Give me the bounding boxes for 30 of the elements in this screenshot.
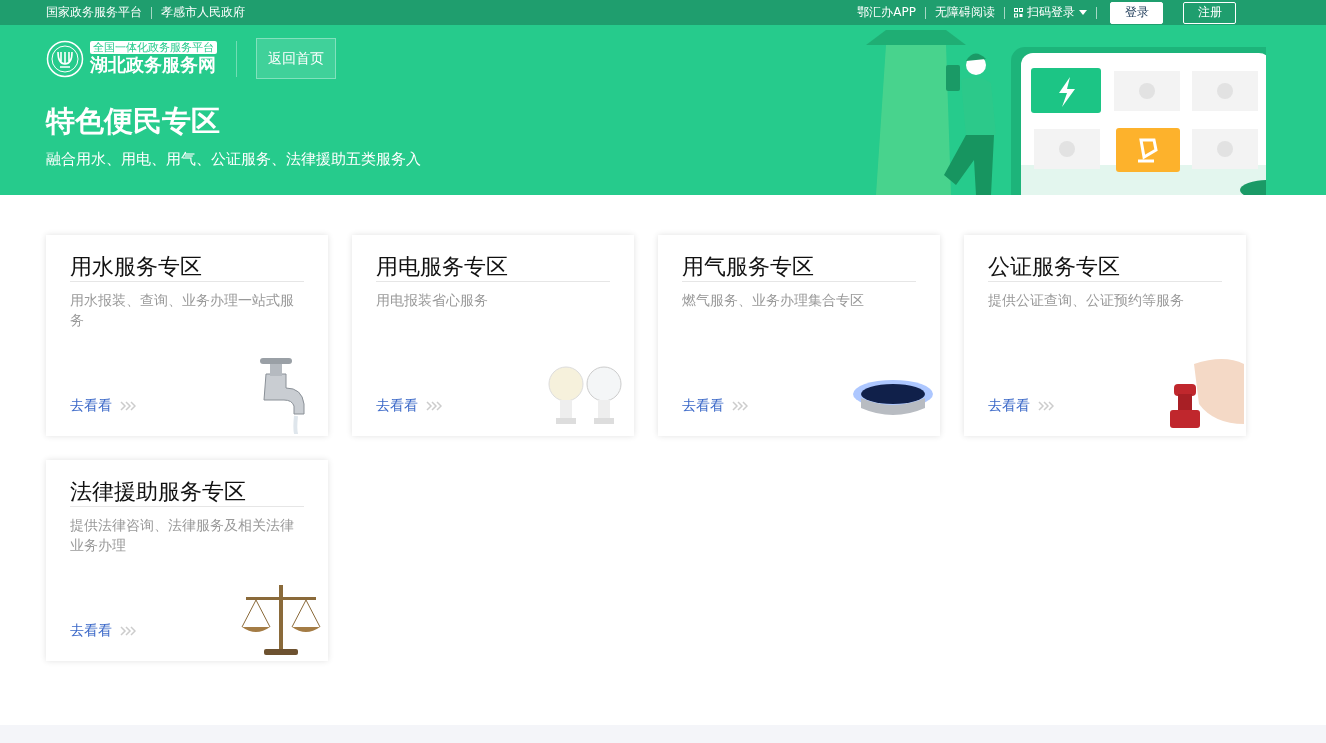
card-title: 用水服务专区 — [70, 253, 304, 282]
service-card[interactable]: 用水服务专区 用水报装、查询、业务办理一站式服务 去看看 — [46, 235, 328, 436]
scan-login-link[interactable]: 扫码登录 — [1014, 4, 1087, 21]
view-link[interactable]: 去看看 — [988, 397, 1030, 415]
card-title: 法律援助服务专区 — [70, 478, 304, 507]
service-card[interactable]: 用电服务专区 用电报装省心服务 去看看 — [352, 235, 634, 436]
platform-badge: 全国一体化政务服务平台 — [90, 41, 217, 54]
view-link[interactable]: 去看看 — [376, 397, 418, 415]
service-card[interactable]: 用气服务专区 燃气服务、业务办理集合专区 去看看 — [658, 235, 940, 436]
card-description: 用水报装、查询、业务办理一站式服务 — [70, 291, 295, 330]
view-link[interactable]: 去看看 — [682, 397, 724, 415]
page-subtitle: 融合用水、用电、用气、公证服务、法律援助五类服务入 — [46, 150, 421, 169]
view-link[interactable]: 去看看 — [70, 622, 112, 640]
top-link[interactable]: 国家政务服务平台 — [46, 4, 142, 21]
card-description: 提供法律咨询、法律服务及相关法律业务办理 — [70, 516, 295, 555]
card-description: 燃气服务、业务办理集合专区 — [682, 291, 865, 310]
page-title: 特色便民专区 — [46, 103, 221, 140]
card-description: 用电报装省心服务 — [376, 291, 489, 310]
register-button[interactable]: 注册 — [1183, 1, 1236, 24]
card-title: 用电服务专区 — [376, 253, 610, 282]
top-link[interactable]: 孝感市人民政府 — [161, 4, 245, 21]
service-card[interactable]: 公证服务专区 提供公证查询、公证预约等服务 去看看 — [964, 235, 1246, 436]
top-link[interactable]: 鄂汇办APP — [857, 4, 916, 21]
card-title: 公证服务专区 — [988, 253, 1222, 282]
service-card[interactable]: 法律援助服务专区 提供法律咨询、法律服务及相关法律业务办理 去看看 — [46, 460, 328, 661]
view-link[interactable]: 去看看 — [70, 397, 112, 415]
card-description: 提供公证查询、公证预约等服务 — [988, 291, 1185, 310]
top-link[interactable]: 无障碍阅读 — [935, 4, 995, 21]
login-button[interactable]: 登录 — [1110, 1, 1163, 24]
card-title: 用气服务专区 — [682, 253, 916, 282]
